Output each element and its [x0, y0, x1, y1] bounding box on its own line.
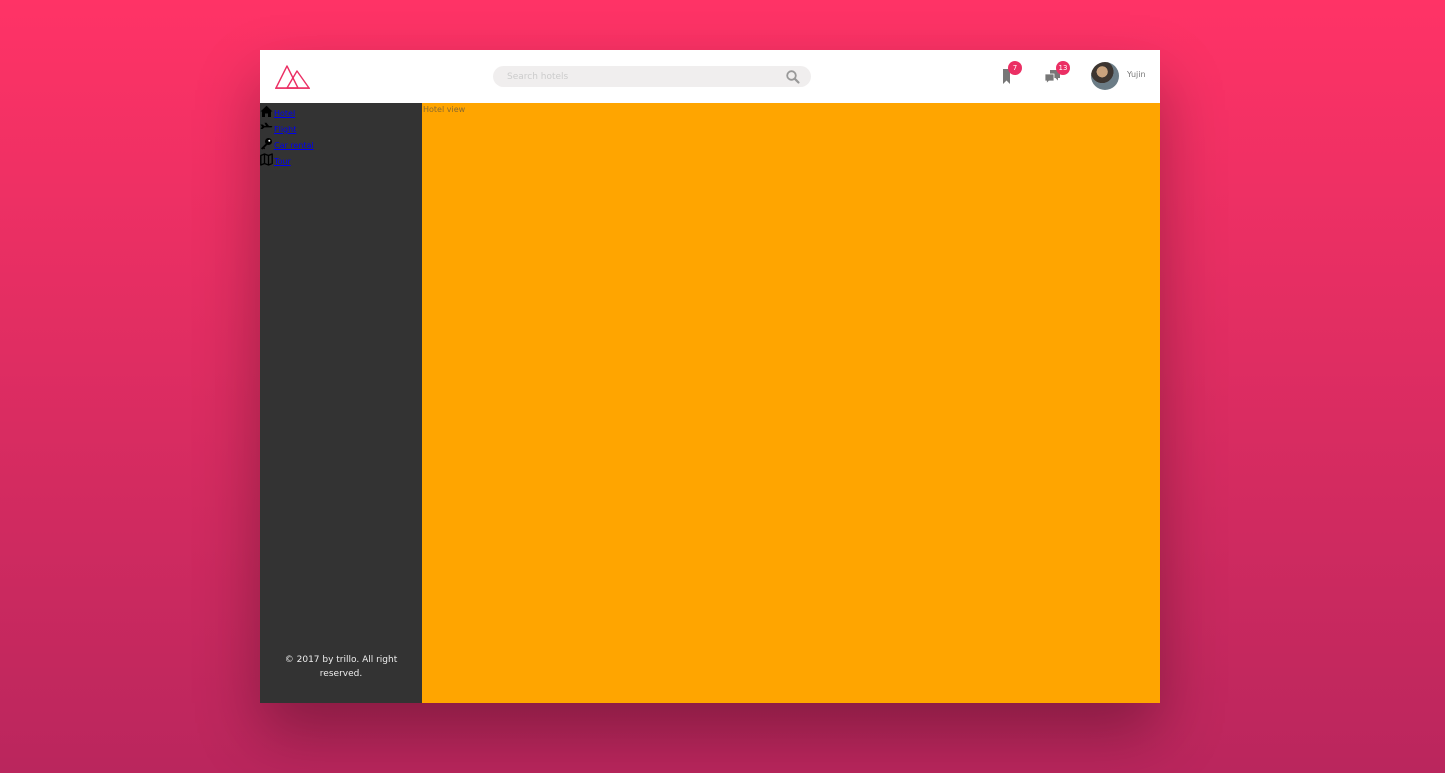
hotel-view: Hotel view [422, 103, 1160, 703]
legal-text: © 2017 by trillo. All right reserved. [284, 655, 398, 679]
side-nav-item-tour: Tour [260, 153, 360, 169]
side-nav: Hotel Flight Car rental Tour [260, 105, 360, 169]
side-nav-item-flight: Flight [260, 121, 360, 137]
bookmarks-button[interactable]: 7 [998, 61, 1022, 87]
user-nav[interactable]: Yujin [1091, 62, 1151, 90]
magnifying-glass-icon[interactable] [785, 69, 801, 85]
key-icon [261, 138, 272, 150]
messages-button[interactable]: 13 [1043, 61, 1070, 87]
trillo-mountains-logo-icon[interactable] [275, 63, 310, 89]
home-icon [260, 105, 273, 117]
side-nav-link-hotel[interactable]: Hotel [274, 109, 295, 118]
user-name: Yujin [1127, 70, 1146, 79]
aircraft-icon [260, 122, 273, 129]
side-nav-item-car-rental: Car rental [260, 137, 360, 153]
messages-count-badge: 13 [1056, 61, 1070, 75]
hotel-view-label: Hotel view [423, 105, 466, 114]
sidebar: Hotel Flight Car rental Tour © 2017 by t… [260, 103, 422, 703]
header: 7 13 Yujin [260, 50, 1160, 103]
app-container: 7 13 Yujin Hotel [260, 50, 1160, 703]
bookmarks-count-badge: 7 [1008, 61, 1022, 75]
side-nav-link-car-rental[interactable]: Car rental [274, 141, 314, 150]
search-form [493, 66, 811, 87]
side-nav-item-hotel: Hotel [260, 105, 360, 121]
side-nav-link-tour[interactable]: Tour [274, 157, 291, 166]
avatar[interactable] [1091, 62, 1119, 90]
map-icon [260, 153, 273, 166]
side-nav-link-flight[interactable]: Flight [274, 125, 296, 134]
search-input[interactable] [507, 69, 777, 84]
